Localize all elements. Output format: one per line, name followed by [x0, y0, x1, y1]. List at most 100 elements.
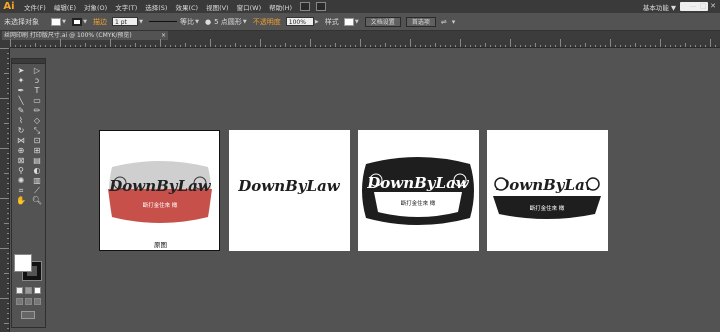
stroke-weight-value[interactable]: 1 pt — [112, 17, 138, 26]
fill-color-box[interactable] — [14, 254, 32, 272]
draw-inside-button[interactable] — [34, 298, 41, 305]
chevron-down-icon[interactable]: ▼ — [138, 19, 144, 25]
chevron-down-icon[interactable]: ▼ — [82, 19, 88, 25]
arrange-icon[interactable]: ⇌ — [441, 18, 447, 26]
pen-tool-icon[interactable]: ✒ — [13, 86, 29, 96]
chevron-right-icon[interactable]: ▶ — [314, 19, 320, 25]
close-icon[interactable]: × — [161, 31, 166, 40]
free-transform-tool-icon[interactable]: ⊡ — [29, 136, 45, 146]
lasso-tool-icon[interactable]: ↄ — [29, 76, 45, 86]
pencil-tool-icon[interactable]: ✏ — [29, 106, 45, 116]
chevron-down-icon[interactable]: ▼ — [194, 19, 200, 25]
ruler-tick — [7, 328, 9, 329]
mesh-tool-icon[interactable]: ⊠ — [13, 156, 29, 166]
gradient-mode-button[interactable] — [25, 287, 32, 294]
ruler-origin[interactable] — [0, 40, 10, 48]
chevron-down-icon[interactable]: ▼ — [354, 19, 360, 25]
menu-window[interactable]: 窗口(W) — [237, 2, 262, 12]
perspective-grid-tool-icon[interactable]: ⊞ — [29, 146, 45, 156]
document-setup-button[interactable]: 文档设置 — [364, 16, 401, 27]
ruler-tick — [7, 243, 9, 244]
slice-tool-icon[interactable]: ⟋ — [29, 186, 45, 196]
bridge-icon[interactable] — [300, 2, 311, 11]
column-graph-tool-icon[interactable]: ▥ — [29, 176, 45, 186]
menu-object[interactable]: 对象(O) — [84, 2, 107, 12]
artboard-tool-icon[interactable]: ⌗ — [13, 186, 29, 196]
paintbrush-tool-icon[interactable]: ✎ — [13, 106, 29, 116]
opacity-label[interactable]: 不透明度 — [253, 17, 281, 27]
chevron-down-icon[interactable]: ▼ — [242, 19, 248, 25]
screen-mode-button[interactable] — [21, 311, 35, 319]
ruler-tick — [630, 45, 631, 47]
menu-type[interactable]: 文字(T) — [115, 2, 137, 12]
menu-file[interactable]: 文件(F) — [24, 2, 46, 12]
stroke-profile[interactable]: 等比 ▼ — [149, 17, 200, 27]
ruler-tick — [310, 39, 311, 47]
direct-selection-tool-icon[interactable]: ▷ — [29, 66, 45, 76]
opacity-field[interactable]: 100% ▶ — [285, 17, 320, 26]
ruler-tick — [500, 45, 501, 47]
horizontal-ruler[interactable] — [10, 39, 720, 48]
chevron-down-icon[interactable]: ▼ — [61, 19, 67, 25]
gradient-tool-icon[interactable]: ▤ — [29, 156, 45, 166]
menu-help[interactable]: 帮助(H) — [269, 2, 292, 12]
document-tab[interactable]: 丝网印刷 打印版尺寸.ai @ 100% (CMYK/预览) × — [2, 31, 168, 40]
ruler-tick — [680, 45, 681, 47]
menu-select[interactable]: 选择(S) — [145, 2, 167, 12]
arrange-docs-icon[interactable] — [316, 2, 327, 11]
stroke-control[interactable]: ▼ — [72, 17, 88, 26]
rotate-tool-icon[interactable]: ↻ — [13, 126, 29, 136]
stroke-label[interactable]: 描边 — [93, 17, 107, 27]
width-tool-icon[interactable]: ⋈ — [13, 136, 29, 146]
style-control[interactable]: ▼ — [343, 17, 360, 26]
color-mode-button[interactable] — [16, 287, 23, 294]
line-tool-icon[interactable]: ╲ — [13, 96, 29, 106]
shape-builder-tool-icon[interactable]: ⊕ — [13, 146, 29, 156]
vertical-ruler[interactable] — [0, 48, 10, 332]
preferences-button[interactable]: 首选项 — [405, 16, 436, 27]
panel-menu-icon[interactable]: ▾ — [452, 18, 456, 26]
menu-edit[interactable]: 编辑(E) — [54, 2, 76, 12]
minimize-icon[interactable]: — — [688, 2, 698, 10]
type-tool-icon[interactable]: T — [29, 86, 45, 96]
workspace-switcher[interactable]: 基本功能 ▼ — [643, 2, 676, 12]
ruler-tick — [415, 45, 416, 47]
ruler-tick — [85, 43, 86, 47]
ruler-tick — [7, 318, 9, 319]
stroke-swatch[interactable] — [72, 17, 82, 26]
style-swatch[interactable] — [343, 17, 354, 26]
artboard-original[interactable]: DownByLaw 斷打金住來 橄 原图 — [99, 130, 220, 251]
draw-normal-button[interactable] — [16, 298, 23, 305]
ruler-tick — [240, 45, 241, 47]
eyedropper-tool-icon[interactable]: ⚲ — [13, 166, 29, 176]
opacity-value[interactable]: 100% — [285, 17, 314, 26]
draw-behind-button[interactable] — [25, 298, 32, 305]
eraser-tool-icon[interactable]: ◇ — [29, 116, 45, 126]
stroke-weight-field[interactable]: 1 pt ▼ — [112, 17, 144, 26]
menu-effect[interactable]: 效果(C) — [175, 2, 198, 12]
ruler-tick — [665, 45, 666, 47]
none-mode-button[interactable] — [34, 287, 41, 294]
artboard-black-badge[interactable]: DownByLaw 斷打金住來 橄 — [358, 130, 479, 251]
symbol-sprayer-tool-icon[interactable]: ✺ — [13, 176, 29, 186]
scale-tool-icon[interactable]: ⤡ — [29, 126, 45, 136]
rectangle-tool-icon[interactable]: ▭ — [29, 96, 45, 106]
ruler-tick — [7, 308, 9, 309]
maximize-icon[interactable]: □ — [698, 2, 708, 10]
menu-view[interactable]: 视图(V) — [206, 2, 229, 12]
fill-swatch[interactable] — [51, 17, 61, 26]
artboard-wordmark[interactable]: DownByLaw — [229, 130, 350, 251]
magic-wand-tool-icon[interactable]: ✦ — [13, 76, 29, 86]
artboard-band[interactable]: DownByLaw 斷打金住來 橄 — [487, 130, 608, 251]
blend-tool-icon[interactable]: ◐ — [29, 166, 45, 176]
close-icon[interactable]: ✕ — [708, 2, 718, 10]
blob-brush-tool-icon[interactable]: ⌇ — [13, 116, 29, 126]
logo-subtext: 斷打金住來 橄 — [143, 201, 178, 209]
fill-control[interactable]: ▼ — [51, 17, 67, 26]
ruler-tick — [10, 39, 11, 47]
zoom-tool-icon[interactable]: 🔍︎ — [29, 196, 45, 206]
selection-tool-icon[interactable]: ➤ — [13, 66, 29, 76]
fill-stroke-widget[interactable] — [13, 254, 45, 282]
hand-tool-icon[interactable]: ✋ — [13, 196, 29, 206]
brush-control[interactable]: ● 5 点圆形 ▼ — [205, 17, 248, 27]
